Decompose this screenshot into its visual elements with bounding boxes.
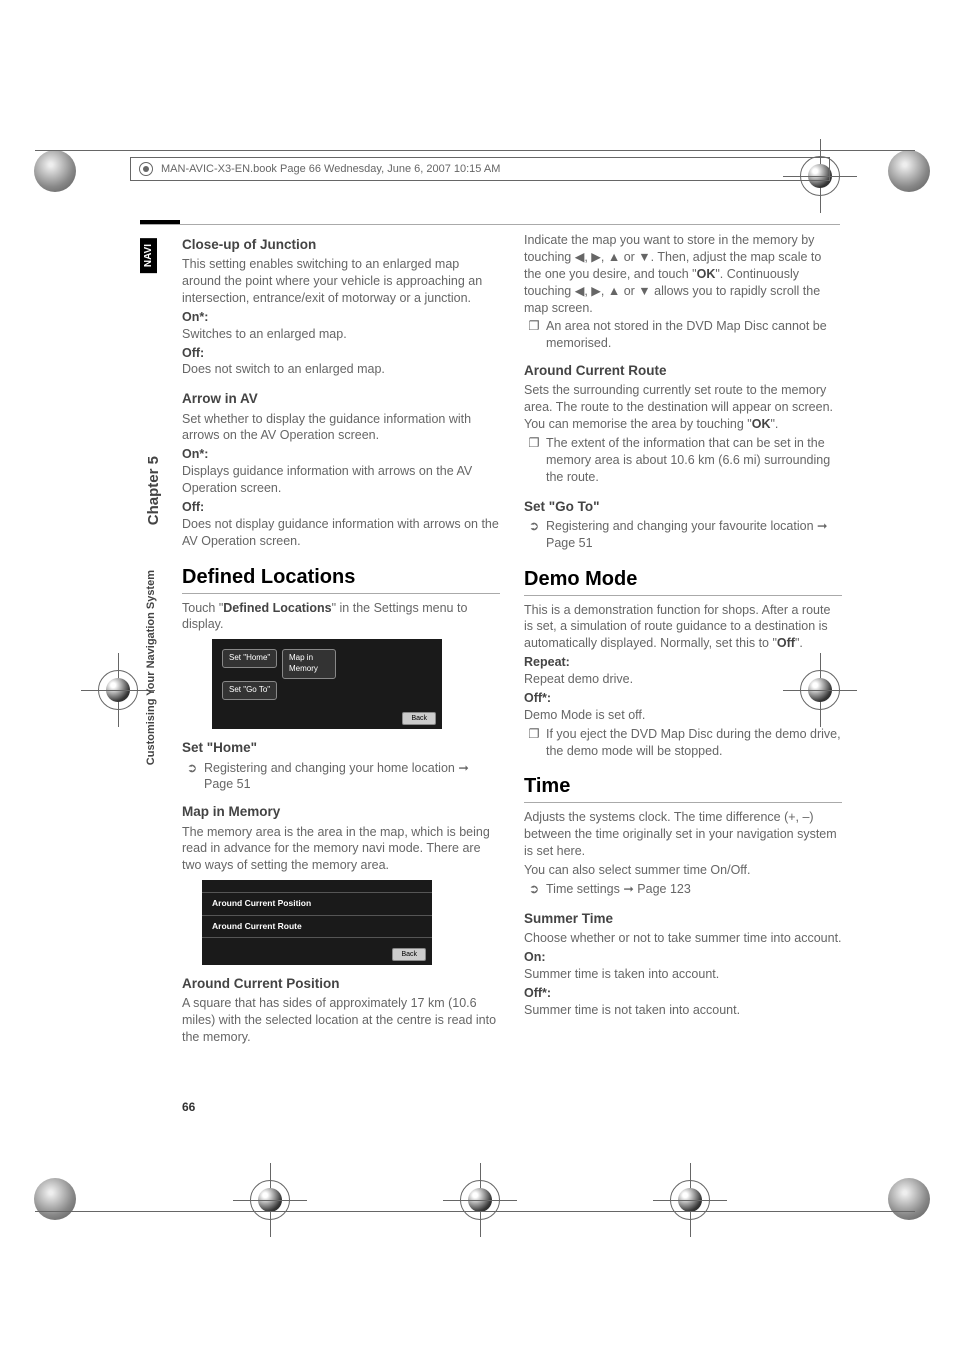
time-bullet: ➲ Time settings ➞ Page 123	[528, 881, 842, 898]
defloc-intro-b: Defined Locations	[223, 601, 331, 615]
acr-note-text: The extent of the information that can b…	[546, 435, 842, 486]
demo-off-label: Off*:	[524, 690, 842, 707]
summer-on-text: Summer time is taken into account.	[524, 966, 842, 983]
memory-area-screenshot: Around Current Position Around Current R…	[202, 880, 432, 965]
summer-on-label: On:	[524, 949, 842, 966]
arrowav-on-label: On*:	[182, 446, 500, 463]
defloc-intro-a: Touch "	[182, 601, 223, 615]
defined-locations-intro: Touch "Defined Locations" in the Setting…	[182, 600, 500, 634]
goto-bullet-text: Registering and changing your favourite …	[546, 518, 842, 552]
summer-body: Choose whether or not to take summer tim…	[524, 930, 842, 947]
demo-body: This is a demonstration function for sho…	[524, 602, 842, 653]
acr-title: Around Current Route	[524, 362, 842, 380]
demo-off-text: Demo Mode is set off.	[524, 707, 842, 724]
sethome-title: Set "Home"	[182, 739, 500, 757]
time-body: Adjusts the systems clock. The time diff…	[524, 809, 842, 860]
acr-body-a: Sets the surrounding currently set route…	[524, 383, 833, 431]
arrowav-title: Arrow in AV	[182, 390, 500, 408]
time-bullet-text: Time settings ➞ Page 123	[546, 881, 691, 898]
closeup-on-label: On*:	[182, 309, 500, 326]
time-body2: You can also select summer time On/Off.	[524, 862, 842, 879]
mapmem-title: Map in Memory	[182, 803, 500, 821]
acr-body: Sets the surrounding currently set route…	[524, 382, 842, 433]
demo-body-b: ".	[795, 636, 803, 650]
arrowav-off-text: Does not display guidance information wi…	[182, 516, 500, 550]
acp-title: Around Current Position	[182, 975, 500, 993]
square-bullet-icon: ❐	[528, 726, 540, 760]
right-column: Indicate the map you want to store in th…	[524, 232, 842, 1048]
left-column: Close-up of Junction This setting enable…	[182, 232, 500, 1048]
time-title: Time	[524, 773, 842, 803]
indicate-para: Indicate the map you want to store in th…	[524, 232, 842, 316]
goto-bullet: ➲ Registering and changing your favourit…	[528, 518, 842, 552]
demo-note: ❐ If you eject the DVD Map Disc during t…	[528, 726, 842, 760]
summer-off-text: Summer time is not taken into account.	[524, 1002, 842, 1019]
page-number: 66	[182, 1100, 195, 1114]
demo-repeat-label: Repeat:	[524, 654, 842, 671]
side-section-title: Customising Your Navigation System	[145, 570, 157, 765]
arrow-bullet-icon: ➲	[528, 518, 540, 552]
demo-title: Demo Mode	[524, 566, 842, 596]
mapmem-body: The memory area is the area in the map, …	[182, 824, 500, 875]
closeup-title: Close-up of Junction	[182, 236, 500, 254]
ss-map-memory: Map in Memory	[282, 649, 336, 679]
square-bullet-icon: ❐	[528, 318, 540, 352]
arrow-bullet-icon: ➲	[186, 760, 198, 794]
demo-off: Off	[777, 636, 795, 650]
summer-off-label: Off*:	[524, 985, 842, 1002]
summer-title: Summer Time	[524, 910, 842, 928]
closeup-on-text: Switches to an enlarged map.	[182, 326, 500, 343]
closeup-off-text: Does not switch to an enlarged map.	[182, 361, 500, 378]
square-bullet-icon: ❐	[528, 435, 540, 486]
goto-title: Set "Go To"	[524, 498, 842, 516]
closeup-body: This setting enables switching to an enl…	[182, 256, 500, 307]
indicate-note: ❐ An area not stored in the DVD Map Disc…	[528, 318, 842, 352]
side-tab-navi: NAVI	[140, 238, 157, 273]
ss-set-home: Set "Home"	[222, 649, 277, 668]
acr-ok: OK	[752, 417, 771, 431]
page-header: MAN-AVIC-X3-EN.book Page 66 Wednesday, J…	[130, 157, 830, 181]
ss2-back: Back	[392, 948, 426, 961]
side-chapter: Chapter 5	[145, 456, 162, 525]
arrow-bullet-icon: ➲	[528, 881, 540, 898]
acr-body-b: ".	[770, 417, 778, 431]
ss-set-goto: Set "Go To"	[222, 681, 277, 700]
arrowav-body: Set whether to display the guidance info…	[182, 411, 500, 445]
acp-body: A square that has sides of approximately…	[182, 995, 500, 1046]
header-rule	[140, 224, 840, 225]
ss-around-route: Around Current Route	[202, 916, 432, 938]
sethome-bullet-text: Registering and changing your home locat…	[204, 760, 500, 794]
demo-note-text: If you eject the DVD Map Disc during the…	[546, 726, 842, 760]
indicate-note-text: An area not stored in the DVD Map Disc c…	[546, 318, 842, 352]
indicate-ok1: OK	[697, 267, 716, 281]
arrowav-off-label: Off:	[182, 499, 500, 516]
header-text: MAN-AVIC-X3-EN.book Page 66 Wednesday, J…	[161, 163, 500, 175]
ss-back: Back	[402, 712, 436, 725]
sethome-bullet: ➲ Registering and changing your home loc…	[186, 760, 500, 794]
defined-locations-screenshot: Set "Home" Map in Memory Set "Go To" Bac…	[212, 639, 442, 729]
defined-locations-title: Defined Locations	[182, 564, 500, 594]
closeup-off-label: Off:	[182, 345, 500, 362]
acr-note: ❐ The extent of the information that can…	[528, 435, 842, 486]
demo-repeat-text: Repeat demo drive.	[524, 671, 842, 688]
ss-around-position: Around Current Position	[202, 893, 432, 915]
arrowav-on-text: Displays guidance information with arrow…	[182, 463, 500, 497]
